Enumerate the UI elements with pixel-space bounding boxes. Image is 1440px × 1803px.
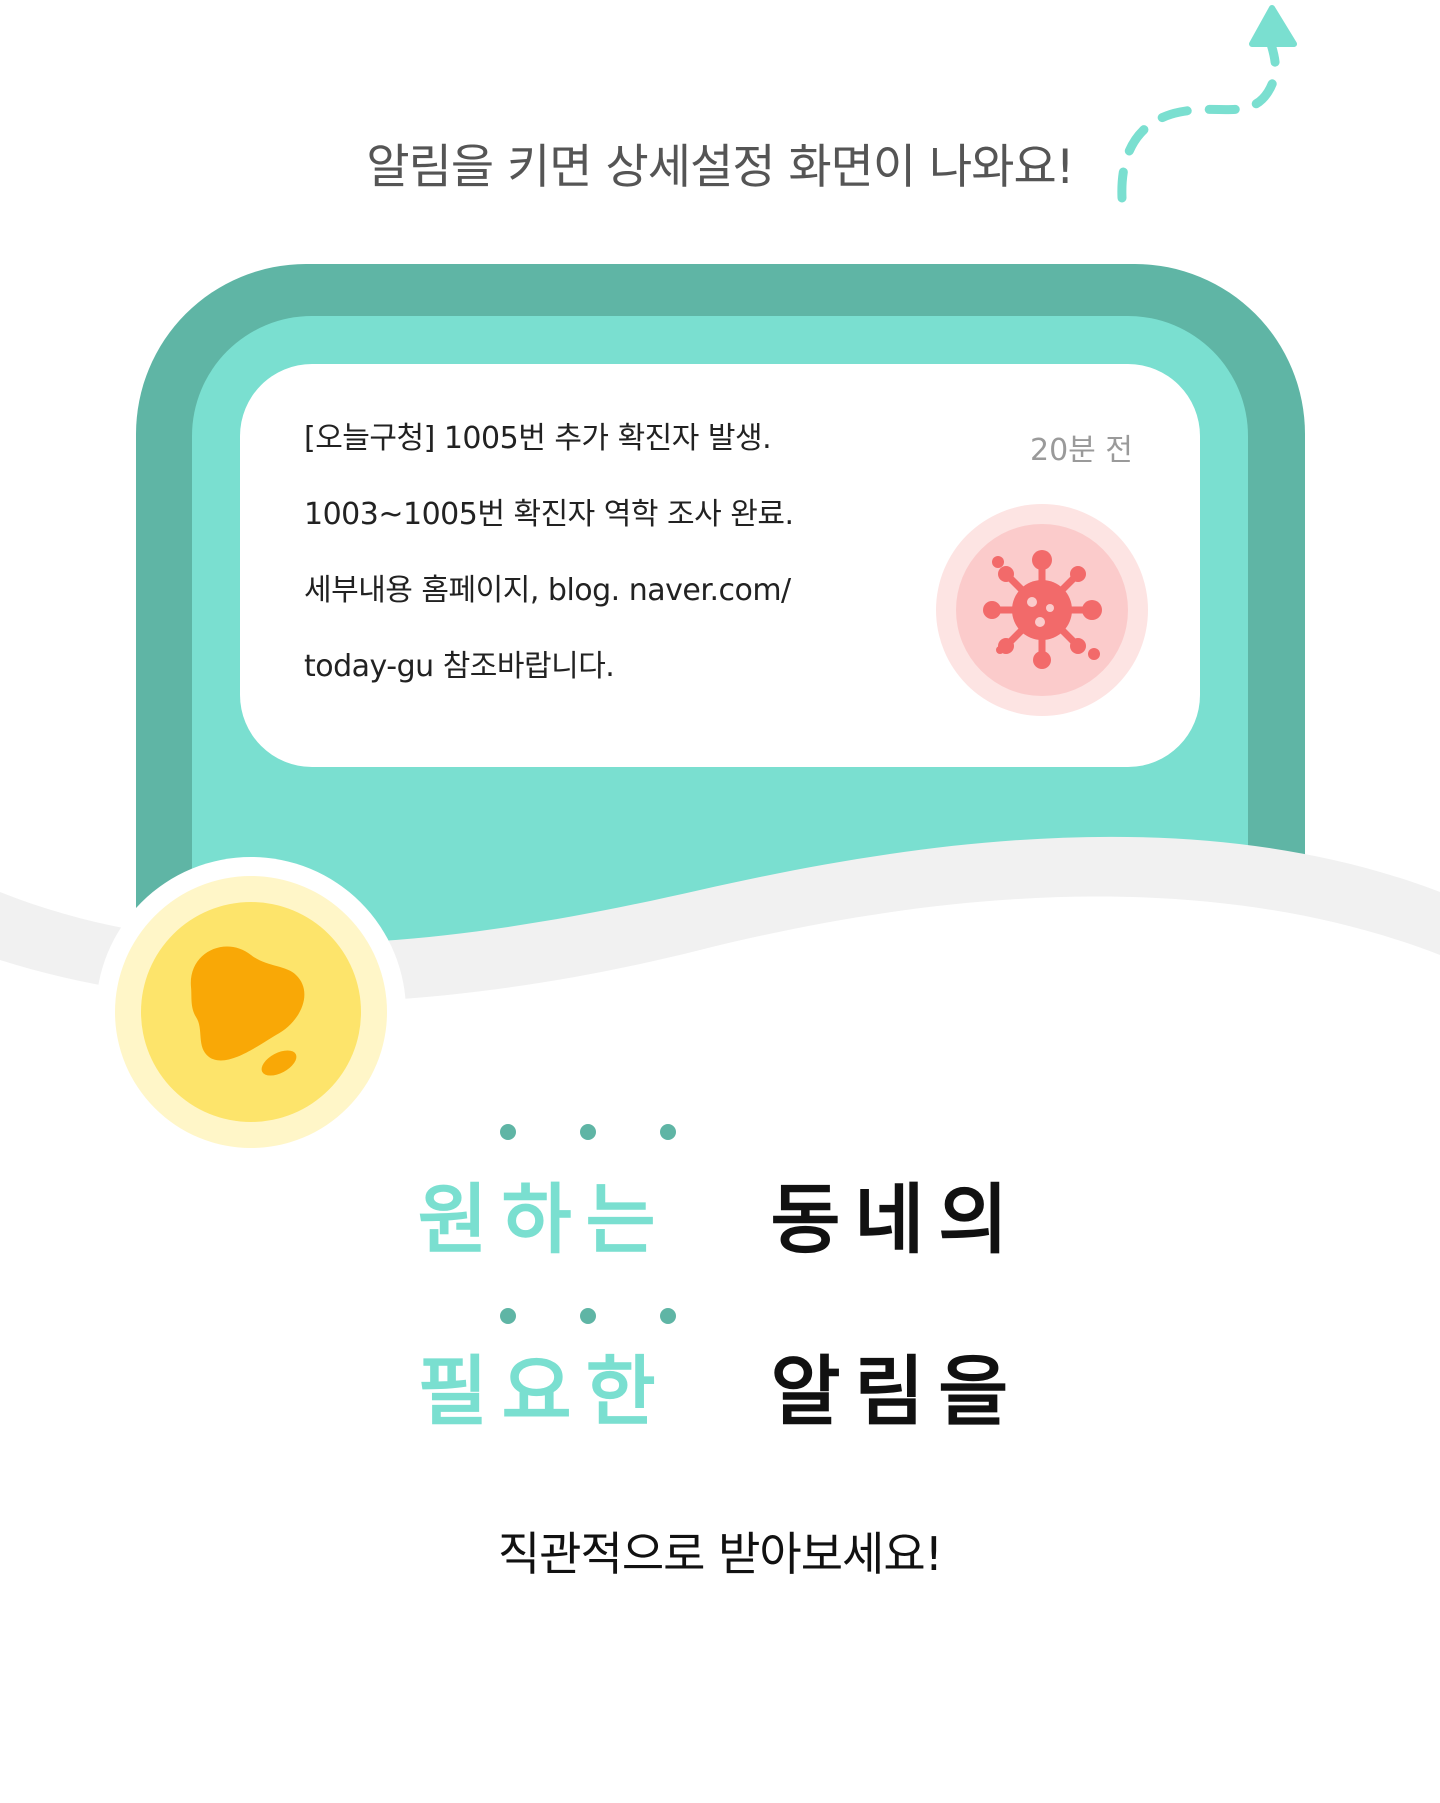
emphasis-dots [500, 1308, 690, 1328]
headline-text: 알림을 [770, 1347, 1023, 1436]
notification-line: 1003~1005번 확진자 역학 조사 완료. [304, 497, 794, 532]
emphasis-dot [500, 1308, 516, 1324]
emphasis-dot [500, 1124, 516, 1140]
bell-icon [96, 857, 406, 1167]
notification-line: [오늘구청] 1005번 추가 확진자 발생. [304, 421, 772, 456]
headline-text: 동네의 [770, 1175, 1023, 1264]
headline-accent: 원하는 [417, 1175, 670, 1264]
notification-time: 20분 전 [1030, 433, 1133, 468]
emphasis-dots [500, 1124, 690, 1144]
headline-line-2: 필요한 알림을 [0, 1330, 1440, 1440]
virus-icon [936, 504, 1148, 716]
emphasis-dot [660, 1124, 676, 1140]
notification-line: 세부내용 홈페이지, blog. naver.com/ [304, 573, 791, 608]
emphasis-dot [580, 1308, 596, 1324]
notification-line: today-gu 참조바랍니다. [304, 649, 615, 684]
headline-line-1: 원하는 동네의 [0, 1158, 1440, 1268]
sub-caption: 직관적으로 받아보세요! [497, 1527, 943, 1581]
emphasis-dot [580, 1124, 596, 1140]
dashed-arrow-icon [1117, 5, 1297, 203]
notification-message: [오늘구청] 1005번 추가 확진자 발생. 1003~1005번 확진자 역… [304, 420, 864, 724]
headline-accent: 필요한 [417, 1347, 670, 1436]
emphasis-dot [660, 1308, 676, 1324]
